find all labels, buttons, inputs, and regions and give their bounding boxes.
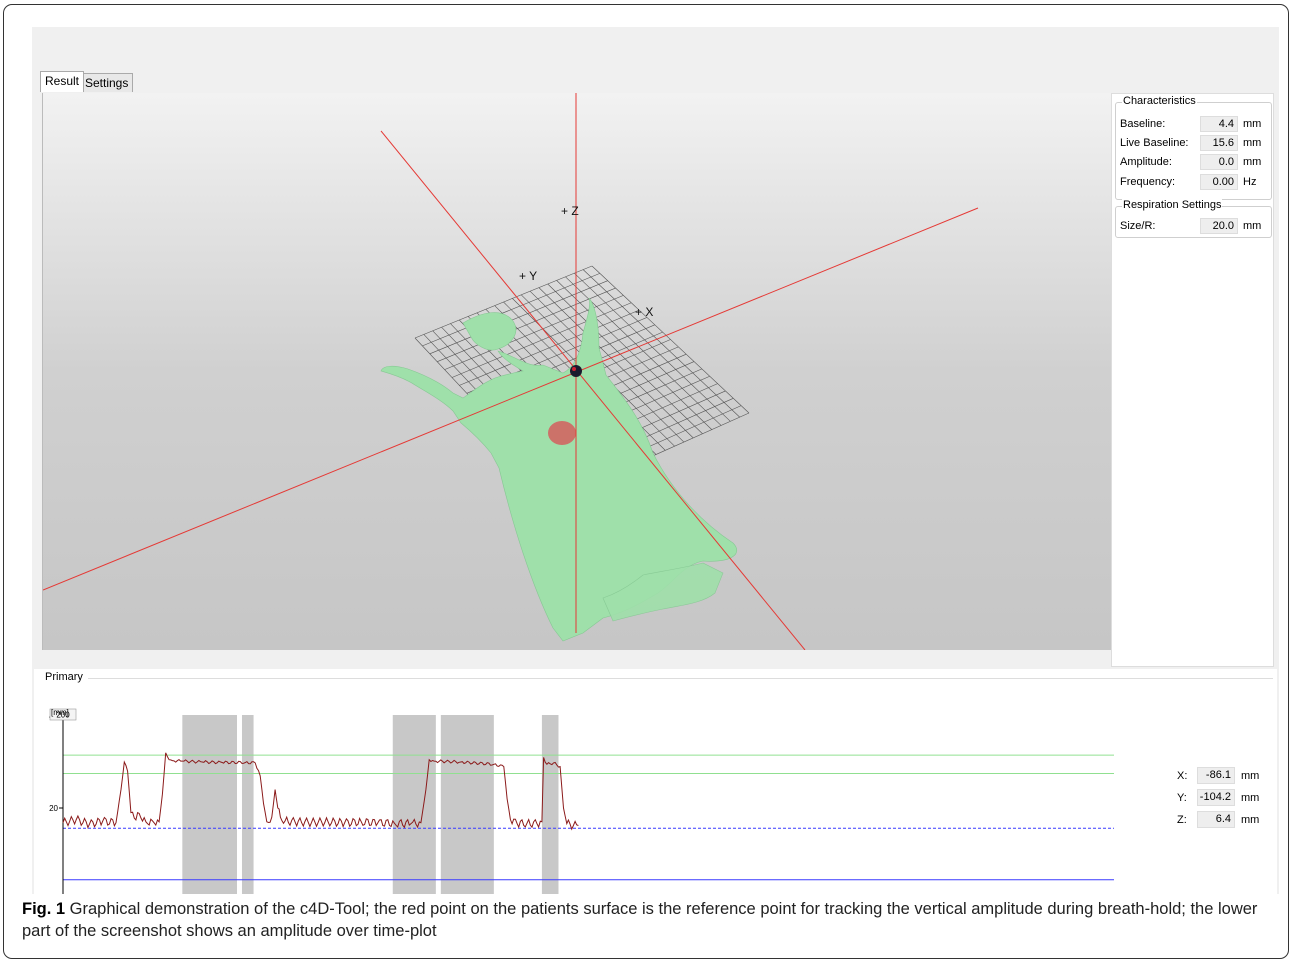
amplitude-unit: mm: [1243, 156, 1262, 168]
size-r-value[interactable]: 20.0: [1200, 218, 1238, 234]
live-baseline-row: Live Baseline: 15.6 mm: [1116, 135, 1271, 151]
baseline-unit: mm: [1243, 118, 1262, 130]
amplitude-value: 0.0: [1200, 154, 1238, 170]
frequency-row: Frequency: 0.00 Hz: [1116, 174, 1271, 190]
coord-y-label: Y:: [1177, 792, 1187, 804]
axis-label-x: + X: [635, 305, 653, 319]
reference-point-marker[interactable]: [548, 421, 576, 445]
coord-z-label: Z:: [1177, 814, 1187, 826]
coord-x-value: -86.1: [1197, 767, 1235, 784]
size-r-row: Size/R: 20.0 mm: [1116, 218, 1271, 234]
y-tick-label: 20: [49, 804, 58, 813]
baseline-label: Baseline:: [1120, 118, 1166, 130]
figure-caption: Fig. 1 Graphical demonstration of the c4…: [22, 898, 1272, 942]
respiration-settings-group: Respiration Settings Size/R: 20.0 mm: [1115, 199, 1272, 238]
coord-z-row: Z: 6.4 mm: [1174, 811, 1284, 828]
amplitude-series-line: [62, 752, 579, 831]
gating-window: [440, 715, 494, 894]
frequency-value: 0.00: [1200, 174, 1238, 190]
live-baseline-unit: mm: [1243, 137, 1262, 149]
frequency-label: Frequency:: [1120, 176, 1176, 188]
frequency-unit: Hz: [1243, 176, 1257, 188]
side-panel: Characteristics Baseline: 4.4 mm Live Ba…: [1111, 93, 1274, 667]
live-baseline-label: Live Baseline:: [1120, 137, 1189, 149]
amplitude-label: Amplitude:: [1120, 156, 1172, 168]
size-r-label: Size/R:: [1120, 220, 1156, 232]
characteristics-title: Characteristics: [1122, 95, 1197, 107]
3d-scene: + Z + Y + X: [43, 93, 979, 650]
gating-window: [182, 715, 237, 894]
respiration-settings-title: Respiration Settings: [1122, 199, 1223, 211]
amplitude-time-plot[interactable]: 02040060120180240300[sec]200[mm]: [34, 669, 1174, 894]
coord-x-unit: mm: [1241, 770, 1260, 782]
amplitude-row: Amplitude: 0.0 mm: [1116, 154, 1271, 170]
coord-y-unit: mm: [1241, 792, 1260, 804]
coord-x-label: X:: [1177, 770, 1188, 782]
tab-result[interactable]: Result: [40, 71, 85, 92]
baseline-value: 4.4: [1200, 116, 1238, 132]
coord-y-row: Y: -104.2 mm: [1174, 789, 1284, 806]
3d-viewport[interactable]: + Z + Y + X: [42, 93, 1112, 650]
axis-label-y: + Y: [519, 269, 537, 283]
caption-label: Fig. 1: [22, 900, 66, 918]
figure-frame: Result Settings + Z + Y + X Characterist…: [3, 4, 1289, 959]
y-unit-label: [mm]: [51, 708, 69, 717]
coord-z-value: 6.4: [1197, 811, 1235, 828]
tab-settings[interactable]: Settings: [80, 73, 134, 92]
isocenter-sphere[interactable]: [570, 365, 582, 377]
gating-window: [541, 715, 559, 894]
coord-y-value: -104.2: [1197, 789, 1235, 806]
live-baseline-value: 15.6: [1200, 135, 1238, 151]
gating-window: [392, 715, 436, 894]
primary-panel: Primary 02040060120180240300[sec]200[mm]…: [34, 669, 1277, 894]
coordinate-axes: [43, 93, 979, 650]
baseline-row: Baseline: 4.4 mm: [1116, 116, 1271, 132]
caption-text: Graphical demonstration of the c4D-Tool;…: [22, 900, 1258, 940]
axis-label-z: + Z: [561, 204, 579, 218]
coord-x-row: X: -86.1 mm: [1174, 767, 1284, 784]
c4d-tool-window: Result Settings + Z + Y + X Characterist…: [32, 27, 1279, 894]
characteristics-group: Characteristics Baseline: 4.4 mm Live Ba…: [1115, 95, 1272, 200]
size-r-unit: mm: [1243, 220, 1262, 232]
coord-z-unit: mm: [1241, 814, 1260, 826]
isocenter-highlight: [572, 367, 576, 371]
gating-window: [241, 715, 254, 894]
